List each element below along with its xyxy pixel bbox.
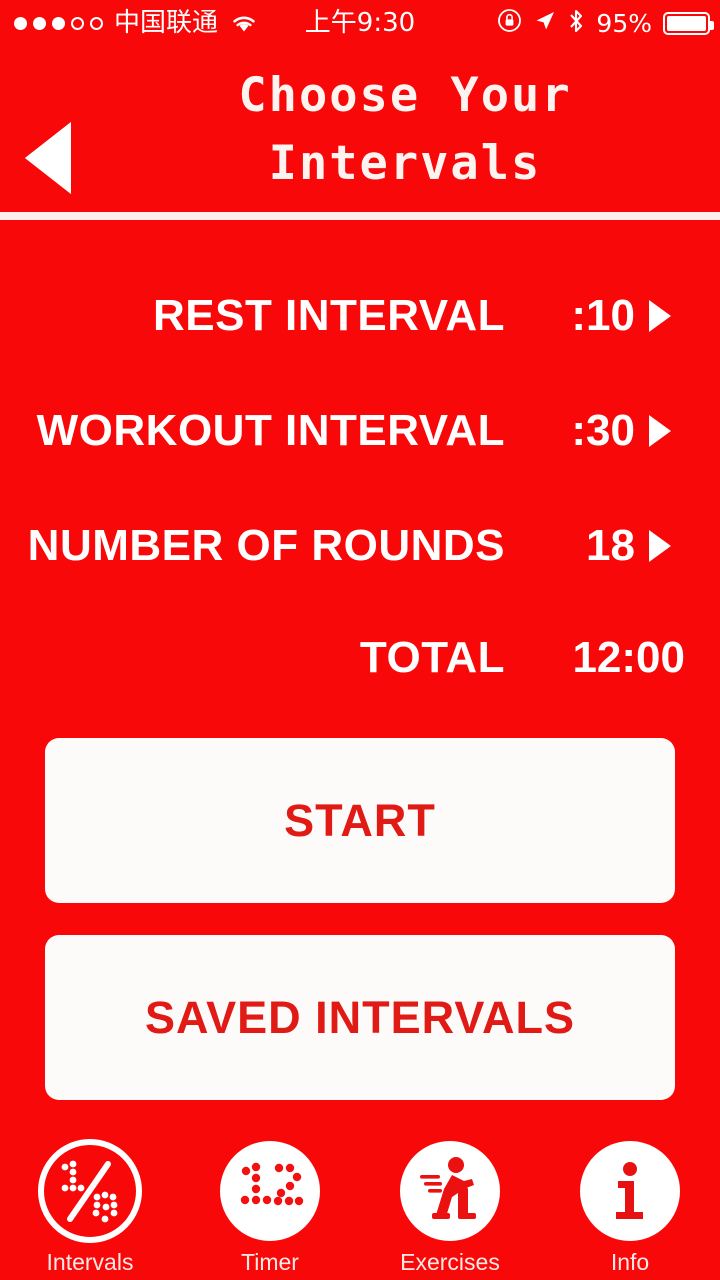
row-value: :10 [571,290,635,340]
chevron-right-icon[interactable] [635,299,685,332]
status-bar: 中国联通 上午9:30 95% [0,0,720,46]
tab-label: Exercises [400,1249,500,1275]
tab-timer[interactable]: Timer [180,1137,360,1275]
info-i-icon [576,1137,684,1245]
page-title-line2: Intervals [268,136,542,191]
saved-intervals-button-label: SAVED INTERVALS [144,991,576,1043]
running-figure-icon [396,1137,504,1245]
status-bar-right: 95% [497,0,714,46]
bluetooth-icon [567,8,585,39]
tab-label: Info [610,1249,650,1275]
page-title: Choose Your Intervals [120,62,690,198]
tab-exercises[interactable]: Exercises [360,1137,540,1275]
chevron-right-icon[interactable] [635,414,685,447]
row-workout-interval[interactable]: WORKOUT INTERVAL :30 [0,373,720,488]
location-arrow-icon [533,9,556,37]
battery-percentage: 95% [596,8,652,38]
row-value: 12:00 [572,633,685,682]
row-value: 18 [586,520,635,570]
row-value: :30 [571,405,635,455]
row-label: REST INTERVAL [152,290,505,340]
back-arrow-icon[interactable] [25,122,71,194]
chevron-right-icon[interactable] [635,529,685,562]
tab-intervals[interactable]: Intervals [0,1137,180,1275]
clock-time: 上午9:30 [304,8,416,38]
tab-info[interactable]: Info [540,1137,720,1275]
intervals-fraction-icon [36,1137,144,1245]
rotation-lock-icon [497,8,522,38]
row-rest-interval[interactable]: REST INTERVAL :10 [0,258,720,373]
interval-settings-list: REST INTERVAL :10 WORKOUT INTERVAL :30 N… [0,258,720,713]
battery-full-icon [663,11,714,35]
app-screen: 中国联通 上午9:30 95% Choose Your Intervals RE… [0,0,720,1280]
tab-bar: Intervals Timer Exercises Info [0,1135,720,1280]
start-button-label: START [284,794,436,846]
page-header: Choose Your Intervals [0,46,720,213]
start-button[interactable]: START [45,738,675,903]
tab-label: Intervals [46,1249,134,1275]
row-label: WORKOUT INTERVAL [36,405,505,455]
row-label: NUMBER OF ROUNDS [27,520,505,570]
page-title-line1: Choose Your [238,68,572,123]
header-divider [0,212,720,220]
row-label: TOTAL [359,633,505,682]
saved-intervals-button[interactable]: SAVED INTERVALS [45,935,675,1100]
row-total: TOTAL 12:00 [0,603,720,713]
timer-12-icon [216,1137,324,1245]
row-number-of-rounds[interactable]: NUMBER OF ROUNDS 18 [0,488,720,603]
tab-label: Timer [241,1249,299,1275]
